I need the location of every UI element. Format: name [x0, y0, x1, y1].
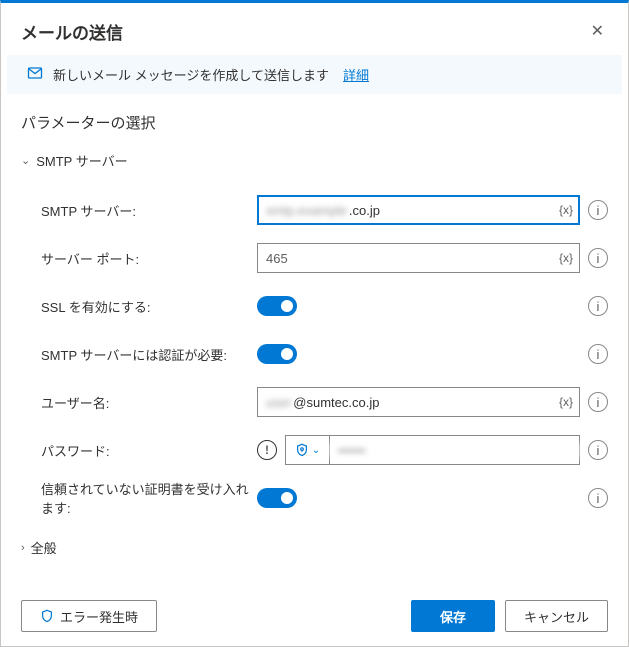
trust-cert-toggle[interactable] [257, 488, 297, 508]
info-text: 新しいメール メッセージを作成して送信します [53, 65, 329, 84]
info-icon[interactable]: i [588, 248, 608, 268]
smtp-auth-label: SMTP サーバーには認証が必要: [21, 345, 257, 364]
password-label: パスワード: [21, 441, 257, 460]
password-type-dropdown[interactable]: ⌄ [286, 436, 330, 464]
on-error-button[interactable]: エラー発生時 [21, 600, 157, 632]
warning-icon[interactable]: ! [257, 440, 277, 460]
chevron-down-icon: ⌄ [21, 154, 30, 167]
username-input[interactable]: user@sumtec.co.jp {x} [257, 387, 580, 417]
general-group-header[interactable]: › 全般 [1, 534, 628, 561]
password-field[interactable] [330, 443, 579, 458]
info-icon[interactable]: i [588, 344, 608, 364]
mail-icon [27, 65, 43, 84]
general-group-label: 全般 [31, 538, 57, 557]
save-button[interactable]: 保存 [411, 600, 495, 632]
info-icon[interactable]: i [588, 296, 608, 316]
fx-badge[interactable]: {x} [559, 395, 573, 409]
info-icon[interactable]: i [588, 392, 608, 412]
server-port-field[interactable] [266, 251, 549, 266]
fx-badge[interactable]: {x} [559, 251, 573, 265]
ssl-enable-toggle[interactable] [257, 296, 297, 316]
shield-outline-icon [40, 609, 54, 623]
smtp-server-label: SMTP サーバー: [21, 201, 257, 220]
close-icon: ✕ [591, 23, 604, 40]
fx-badge[interactable]: {x} [559, 203, 573, 217]
chevron-right-icon: › [21, 542, 25, 554]
dialog-title: メールの送信 [21, 19, 123, 44]
server-port-input[interactable]: {x} [257, 243, 580, 273]
close-button[interactable]: ✕ [587, 17, 608, 45]
shield-icon [295, 443, 309, 457]
trust-cert-label: 信頼されていない証明書を受け入れます: [21, 479, 257, 517]
info-icon[interactable]: i [588, 440, 608, 460]
parameters-section-title: パラメーターの選択 [1, 108, 628, 147]
smtp-group-label: SMTP サーバー [36, 151, 127, 170]
ssl-enable-label: SSL を有効にする: [21, 297, 257, 316]
username-label: ユーザー名: [21, 393, 257, 412]
smtp-group-header[interactable]: ⌄ SMTP サーバー [1, 147, 628, 180]
cancel-button[interactable]: キャンセル [505, 600, 608, 632]
info-banner: 新しいメール メッセージを作成して送信します 詳細 [7, 55, 622, 94]
smtp-auth-toggle[interactable] [257, 344, 297, 364]
chevron-down-icon: ⌄ [312, 445, 320, 456]
server-port-label: サーバー ポート: [21, 249, 257, 268]
info-details-link[interactable]: 詳細 [343, 65, 369, 84]
info-icon[interactable]: i [588, 488, 608, 508]
smtp-server-input[interactable]: smtp.example.co.jp {x} [257, 195, 580, 225]
info-icon[interactable]: i [588, 200, 608, 220]
